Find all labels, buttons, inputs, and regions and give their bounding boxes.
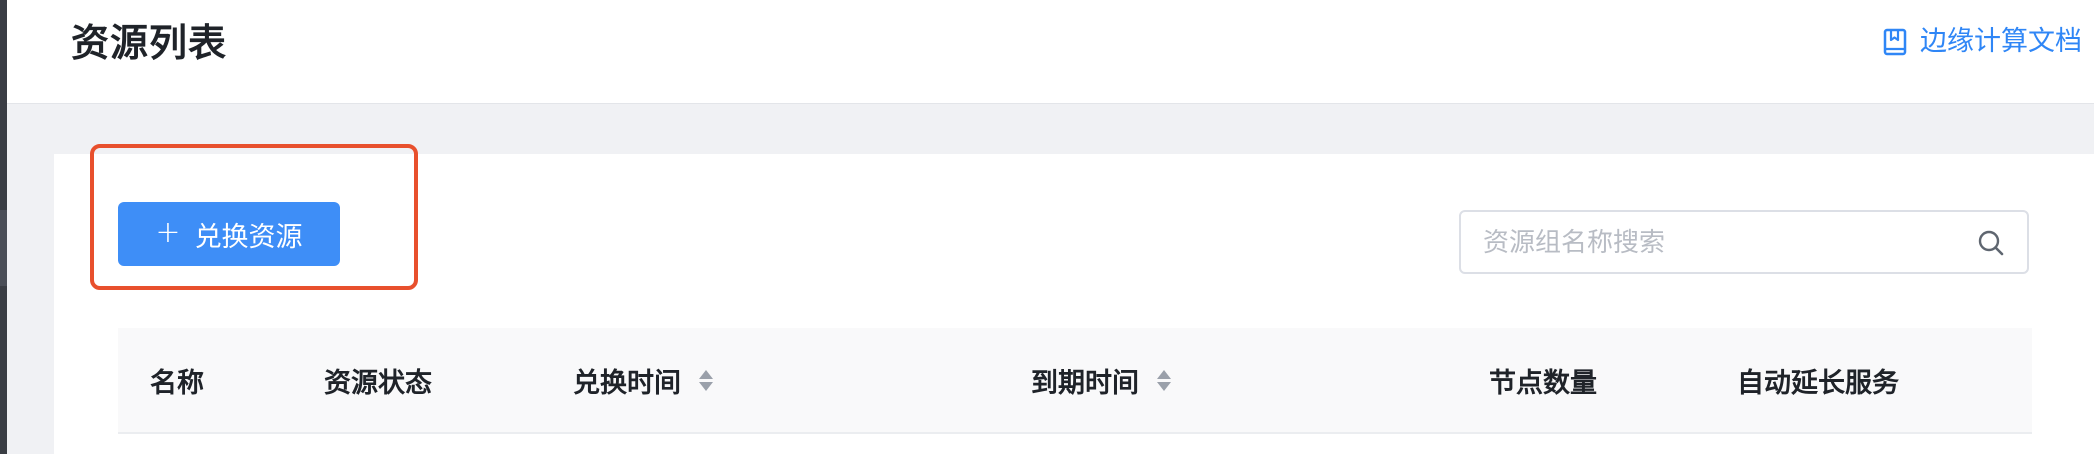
sort-icon[interactable] [1157, 369, 1171, 391]
column-header-label: 兑换时间 [573, 367, 681, 399]
column-header-label: 到期时间 [1031, 367, 1139, 399]
column-header-redeem-time[interactable]: 兑换时间 [573, 328, 713, 432]
sort-icon[interactable] [699, 369, 713, 391]
column-header-auto-renew: 自动延长服务 [1737, 328, 1899, 432]
column-header-status: 资源状态 [324, 328, 432, 432]
search-icon[interactable] [1977, 229, 2005, 257]
window-edge [0, 0, 7, 454]
docs-link[interactable]: 边缘计算文档 [1882, 24, 2082, 60]
page-title: 资源列表 [71, 21, 228, 65]
column-header-expire-time[interactable]: 到期时间 [1031, 328, 1171, 432]
highlight-annotation [90, 144, 418, 290]
column-header-label: 自动延长服务 [1737, 367, 1899, 399]
column-header-name: 名称 [150, 328, 204, 432]
column-header-label: 节点数量 [1489, 367, 1597, 399]
table-header: 名称 资源状态 兑换时间 到期时间 节点数量 自动延长服务 [118, 328, 2032, 434]
column-header-label: 名称 [150, 367, 204, 399]
docs-link-label: 边缘计算文档 [1920, 26, 2082, 57]
column-header-node-count: 节点数量 [1489, 328, 1597, 432]
column-header-label: 资源状态 [324, 367, 432, 399]
book-icon [1882, 28, 1908, 56]
page-header: 资源列表 边缘计算文档 [7, 0, 2094, 104]
search-box[interactable] [1459, 210, 2029, 274]
search-input[interactable] [1481, 212, 1955, 274]
window-edge-notch [0, 210, 7, 286]
